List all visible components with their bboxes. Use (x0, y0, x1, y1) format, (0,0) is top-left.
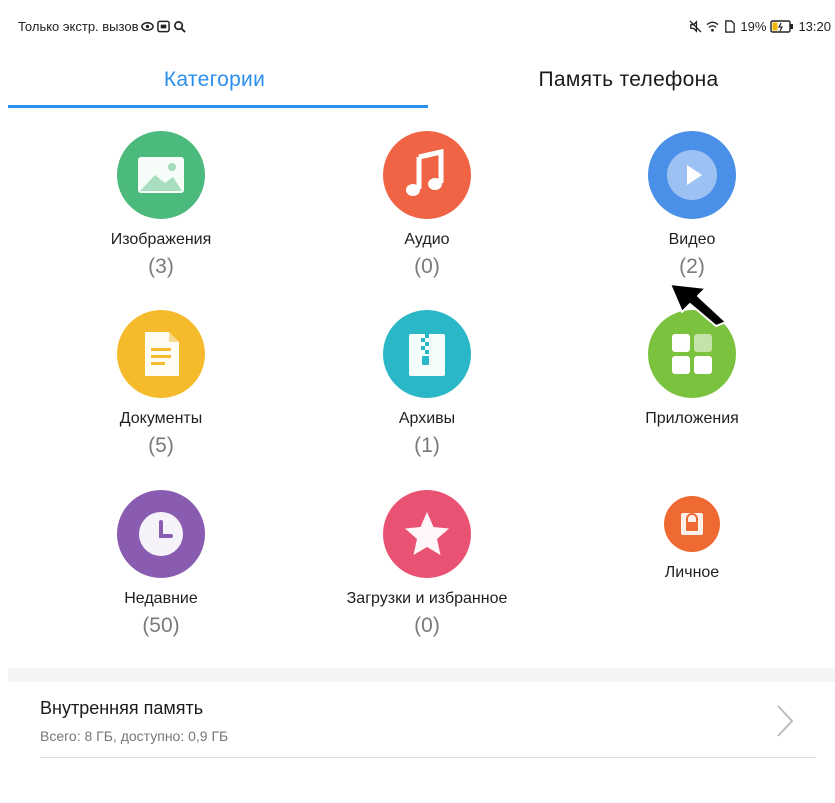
battery-percent: 19% (740, 19, 767, 34)
category-label: Аудио (404, 231, 450, 248)
tab-categories[interactable]: Категории (8, 52, 421, 108)
chevron-right-icon (777, 705, 794, 737)
category-label: Архивы (398, 410, 456, 427)
category-label: Приложения (645, 410, 739, 427)
category-count: (0) (414, 614, 440, 637)
category-count: (5) (148, 434, 174, 457)
category-recent[interactable]: Недавние (50) (46, 490, 276, 638)
storage-subtitle: Всего: 8 ГБ, доступно: 0,9 ГБ (40, 728, 229, 744)
music-note-icon (383, 131, 471, 219)
category-label: Видео (668, 231, 716, 248)
storage-title: Внутренняя память (40, 698, 204, 718)
category-downloads-favorites[interactable]: Загрузки и избранное (0) (312, 490, 542, 638)
sim-icon (725, 20, 736, 33)
file-manager-screen: Только экстр. вызов 19% 13:20 Категории … (0, 0, 835, 803)
tab-bar: Категории Память телефона (8, 52, 835, 108)
category-count: (0) (414, 255, 440, 278)
image-icon (117, 131, 205, 219)
category-label: Недавние (124, 590, 198, 607)
category-label: Документы (119, 410, 203, 427)
category-count: (1) (414, 434, 440, 457)
document-icon (117, 310, 205, 398)
cursor-arrow-icon (669, 283, 727, 327)
category-documents[interactable]: Документы (5) (46, 310, 276, 458)
category-video[interactable]: Видео (2) (577, 131, 807, 279)
archive-icon (383, 310, 471, 398)
wifi-icon (706, 21, 719, 32)
status-left: Только экстр. вызов (18, 19, 187, 34)
section-divider (8, 668, 835, 682)
category-label: Загрузки и избранное (346, 590, 508, 607)
screen-record-icon (157, 20, 171, 33)
category-private[interactable]: Личное (577, 496, 807, 582)
category-archives[interactable]: Архивы (1) (312, 310, 542, 458)
tab-indicator (8, 105, 428, 108)
mute-icon (689, 20, 702, 33)
category-count: (50) (142, 614, 180, 637)
clock-icon (117, 490, 205, 578)
eye-icon (141, 22, 155, 31)
category-audio[interactable]: Аудио (0) (312, 131, 542, 279)
carrier-status-text: Только экстр. вызов (18, 19, 139, 34)
search-icon (174, 21, 187, 33)
internal-storage-row[interactable]: Внутренняя память Всего: 8 ГБ, доступно:… (8, 682, 835, 760)
star-icon (383, 490, 471, 578)
category-images[interactable]: Изображения (3) (46, 131, 276, 279)
category-apps[interactable]: Приложения (577, 310, 807, 434)
battery-icon (770, 20, 794, 33)
status-right: 19% 13:20 (689, 19, 831, 34)
status-bar: Только экстр. вызов 19% 13:20 (0, 0, 835, 52)
tab-phone-storage[interactable]: Память телефона (422, 52, 835, 108)
category-label: Изображения (110, 231, 212, 248)
list-divider (40, 757, 816, 758)
category-label: Личное (664, 564, 720, 581)
lock-icon (664, 496, 720, 552)
play-icon (648, 131, 736, 219)
category-count: (3) (148, 255, 174, 278)
clock-time: 13:20 (798, 19, 831, 34)
